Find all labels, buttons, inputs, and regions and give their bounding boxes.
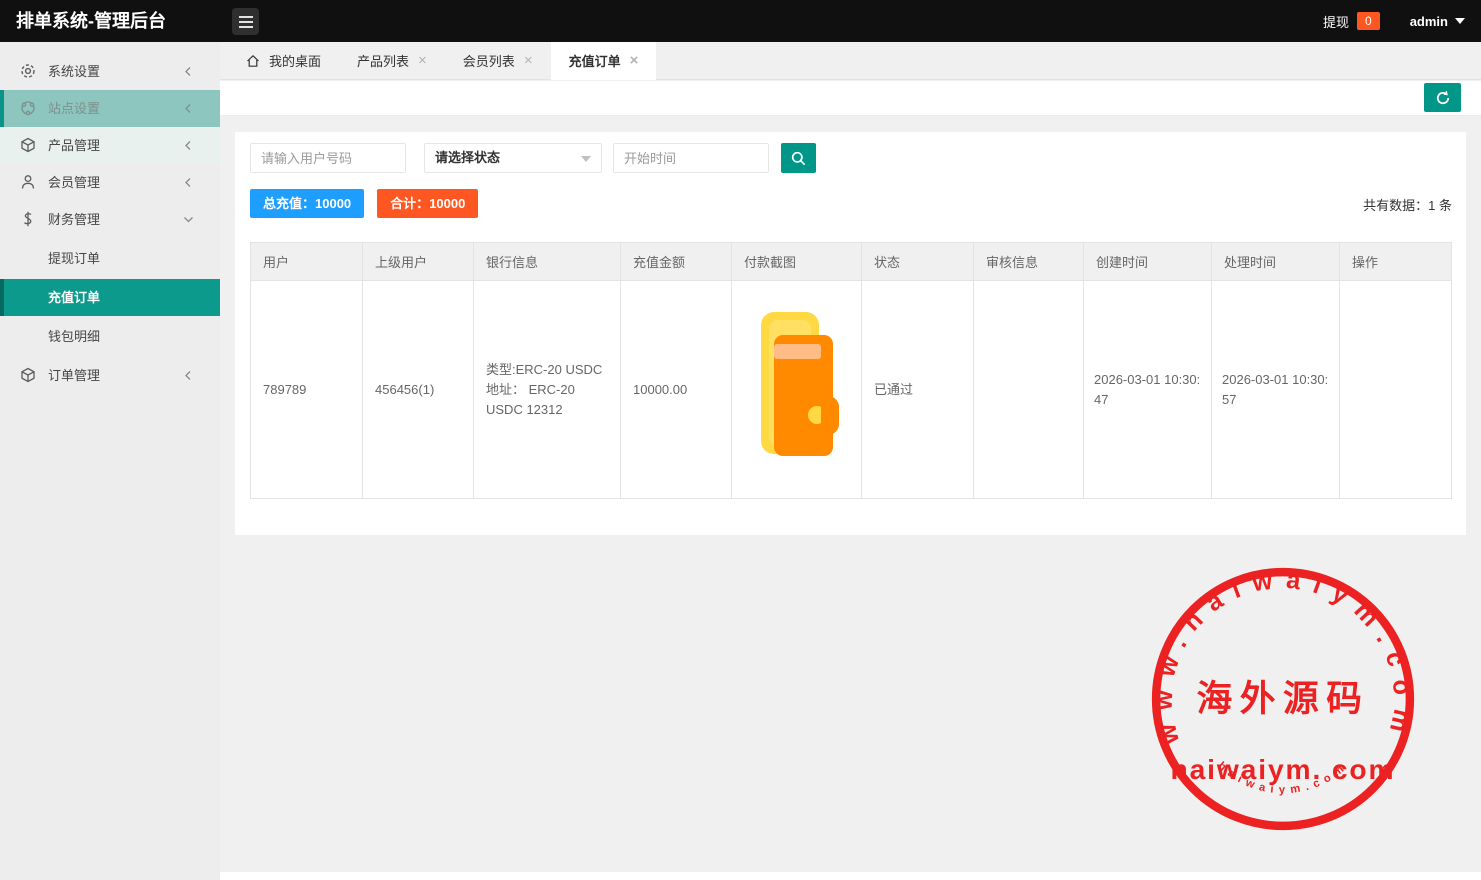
total-recharge-badge: 总充值：10000 [250,189,364,218]
stamp-domain-text: haiwaiym. com [1171,753,1396,785]
home-icon [246,54,260,68]
col-action: 操作 [1340,243,1452,281]
col-user: 用户 [251,243,363,281]
chevron-left-icon [183,103,194,114]
cell-processed-at: 2026-03-01 10:30:57 [1212,281,1340,499]
withdraw-link[interactable]: 提现 [1323,12,1349,31]
user-menu[interactable]: admin [1410,13,1465,29]
sidebar-item-site-settings[interactable]: 站点设置 [0,90,220,127]
col-audit-info: 审核信息 [974,243,1084,281]
cell-amount: 10000.00 [621,281,732,499]
table-row: 789789 456456(1) 类型:ERC-20 USDC 地址： ERC-… [251,281,1452,499]
search-button[interactable] [781,143,816,173]
cube-icon [20,367,36,383]
recharge-orders-table: 用户 上级用户 银行信息 充值金额 付款截图 状态 审核信息 创建时间 处理时间… [250,242,1452,499]
wallet-image[interactable] [755,310,839,464]
col-processed-at: 处理时间 [1212,243,1340,281]
chevron-left-icon [183,177,194,188]
close-icon[interactable]: × [418,53,427,68]
col-parent-user: 上级用户 [363,243,474,281]
watermark-stamp: www.haiwaiym.com 海外源码 haiwaiym. com haiw… [1142,556,1424,842]
tab-my-desktop[interactable]: 我的桌面 [228,42,339,79]
col-bank-info: 银行信息 [474,243,621,281]
sidebar-item-withdraw-orders[interactable]: 提现订单 [0,240,220,277]
filter-bar: 请选择状态 [250,143,816,173]
cell-created-at: 2026-03-01 10:30:47 [1084,281,1212,499]
table-header-row: 用户 上级用户 银行信息 充值金额 付款截图 状态 审核信息 创建时间 处理时间… [251,243,1452,281]
col-payment-screenshot: 付款截图 [732,243,862,281]
tab-recharge-orders[interactable]: 充值订单 × [551,42,657,80]
refresh-button[interactable] [1424,83,1461,112]
chevron-down-icon [1455,18,1465,29]
footer-strip [220,872,1481,880]
sidebar-item-member-management[interactable]: 会员管理 [0,164,220,201]
gear-icon [20,63,36,79]
chevron-left-icon [183,140,194,151]
sidebar-item-product-management[interactable]: 产品管理 [0,127,220,164]
stamp-arc-bottom-text: haiwaiym.com [1215,760,1350,796]
chevron-left-icon [183,66,194,77]
record-count: 共有数据：1 条 [1363,195,1452,214]
sidebar-item-finance-management[interactable]: 财务管理 [0,201,220,238]
close-icon[interactable]: × [524,53,533,68]
cell-parent-user: 456456(1) [363,281,474,499]
start-time-input[interactable] [613,143,769,173]
stats-badges: 总充值：10000 合计：10000 [250,189,478,218]
tab-bar: 我的桌面 产品列表 × 会员列表 × 充值订单 × [220,42,1481,80]
chevron-down-icon [581,156,591,167]
sidebar: 系统设置 站点设置 产品管理 会员管理 财务管理 提现订单 充值订单 钱包明细 … [0,42,220,880]
sidebar-item-system-settings[interactable]: 系统设置 [0,53,220,90]
hamburger-icon [239,16,253,18]
cell-payment-screenshot [732,281,862,499]
sidebar-item-order-management[interactable]: 订单管理 [0,357,220,394]
person-icon [20,174,36,190]
menu-toggle-button[interactable] [232,8,259,35]
dollar-icon [20,211,36,227]
username: admin [1410,14,1448,29]
tab-product-list[interactable]: 产品列表 × [339,42,445,79]
cell-action [1340,281,1452,499]
app-title: 排单系统-管理后台 [16,0,166,42]
close-icon[interactable]: × [630,53,639,68]
sidebar-item-recharge-orders[interactable]: 充值订单 [0,279,220,316]
svg-text:haiwaiym.com: haiwaiym.com [1215,760,1350,796]
stamp-arc-top-text: www.haiwaiym.com [1149,565,1416,748]
tool-strip [220,81,1481,116]
cell-user: 789789 [251,281,363,499]
user-number-input[interactable] [250,143,406,173]
stamp-center-text: 海外源码 [1197,677,1370,719]
cell-bank-info: 类型:ERC-20 USDC 地址： ERC-20 USDC 12312 [474,281,621,499]
cell-audit-info [974,281,1084,499]
sidebar-item-wallet-details[interactable]: 钱包明细 [0,318,220,355]
svg-text:www.haiwaiym.com: www.haiwaiym.com [1149,565,1416,748]
recharge-orders-panel: 请选择状态 总充值：10000 合计：10000 共有数据：1 条 用户 上级用… [235,132,1466,535]
withdraw-count-badge[interactable]: 0 [1357,12,1380,30]
col-created-at: 创建时间 [1084,243,1212,281]
topbar: 排单系统-管理后台 提现 0 admin [0,0,1481,42]
col-status: 状态 [862,243,974,281]
cube-icon [20,137,36,153]
chevron-left-icon [183,370,194,381]
sum-badge: 合计：10000 [377,189,478,218]
chevron-down-icon [183,214,194,225]
refresh-icon [1435,90,1451,106]
tab-member-list[interactable]: 会员列表 × [445,42,551,79]
globe-icon [20,100,36,116]
status-select[interactable]: 请选择状态 [424,143,602,173]
search-icon [791,151,806,166]
col-amount: 充值金额 [621,243,732,281]
cell-status: 已通过 [862,281,974,499]
